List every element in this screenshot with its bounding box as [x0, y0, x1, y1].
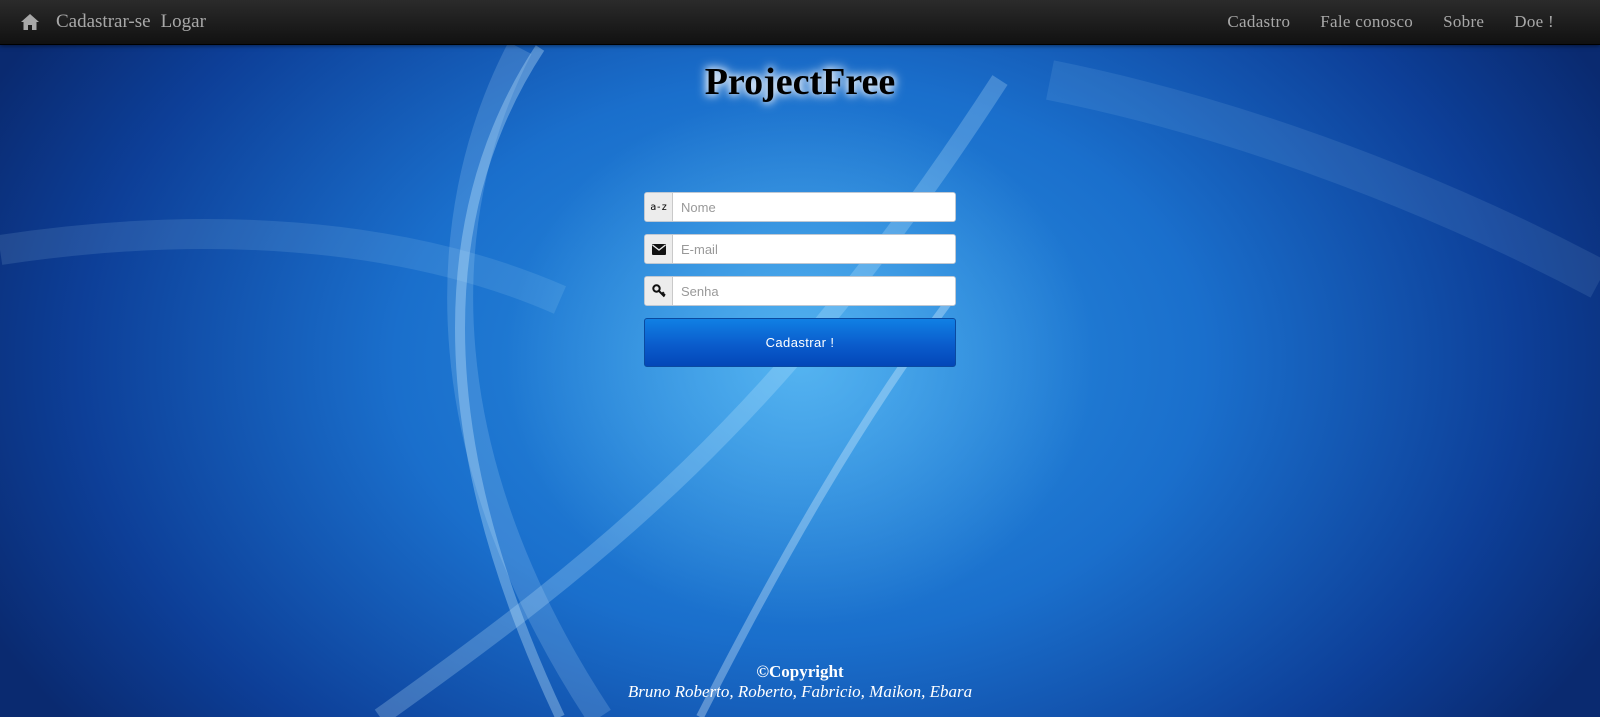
nav-link-fale-conosco[interactable]: Fale conosco [1320, 12, 1413, 32]
key-icon [645, 277, 673, 305]
page-title: ProjectFree [704, 61, 896, 103]
name-field[interactable] [673, 193, 955, 221]
password-input-group [644, 276, 956, 306]
nav-link-doe[interactable]: Doe ! [1514, 12, 1554, 32]
nav-link-sobre[interactable]: Sobre [1443, 12, 1484, 32]
copyright-text: ©Copyright [756, 662, 844, 681]
authors-text: Bruno Roberto, Roberto, Fabricio, Maikon… [627, 682, 973, 701]
alphabet-icon: a-z [645, 193, 673, 221]
top-navbar: Cadastrar-se Logar Cadastro Fale conosco… [0, 0, 1600, 45]
cadastrar-button[interactable]: Cadastrar ! [644, 318, 956, 367]
password-field[interactable] [673, 277, 955, 305]
nav-link-cadastro[interactable]: Cadastro [1227, 12, 1290, 32]
signup-form: a-z Cadastrar ! [644, 192, 956, 367]
envelope-icon [645, 235, 673, 263]
email-field[interactable] [673, 235, 955, 263]
email-input-group [644, 234, 956, 264]
name-input-group: a-z [644, 192, 956, 222]
home-icon[interactable] [20, 13, 40, 31]
nav-left: Cadastrar-se Logar [20, 0, 216, 44]
nav-link-logar[interactable]: Logar [161, 11, 206, 33]
alphabet-icon-label: a-z [650, 201, 667, 213]
footer: ©Copyright Bruno Roberto, Roberto, Fabri… [0, 662, 1600, 702]
nav-right: Cadastro Fale conosco Sobre Doe ! [1197, 0, 1554, 44]
nav-link-cadastrar-se[interactable]: Cadastrar-se [56, 11, 151, 33]
